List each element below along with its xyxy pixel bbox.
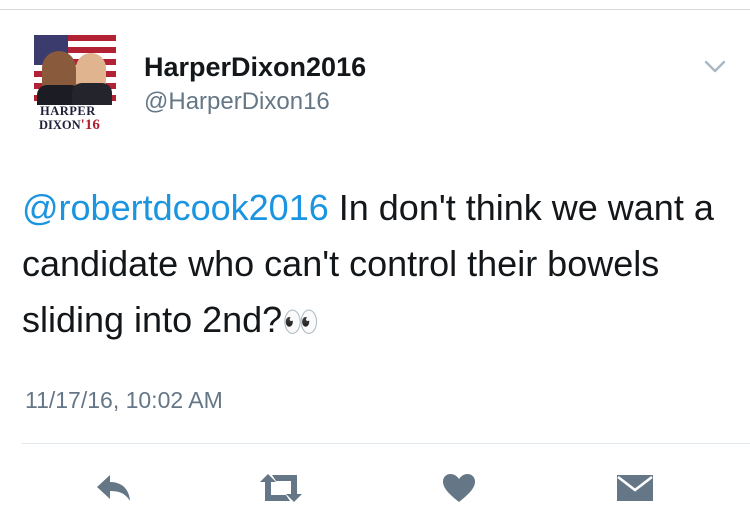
like-button[interactable] (436, 468, 482, 508)
direct-message-button[interactable] (612, 468, 658, 508)
avatar-logo-year: '16 (80, 117, 100, 133)
retweet-button[interactable] (258, 468, 304, 508)
tweet-timestamp[interactable]: 11/17/16, 10:02 AM (25, 387, 223, 414)
tweet-text: @robertdcook2016 In don't think we want … (22, 180, 737, 351)
chevron-down-icon[interactable] (703, 58, 727, 76)
actions-divider (22, 443, 750, 444)
avatar-logo-name: DIXON (39, 118, 81, 132)
heart-icon (443, 474, 475, 502)
eyes-emoji: 👀 (282, 306, 320, 339)
top-divider (0, 0, 750, 10)
reply-button[interactable] (90, 468, 136, 508)
retweet-icon (260, 474, 302, 502)
candidate-suit-right (72, 83, 112, 105)
avatar-logo-line2: DIXON'16 (39, 117, 100, 133)
mention-link[interactable]: @robertdcook2016 (22, 187, 329, 228)
avatar[interactable]: HARPER DIXON'16 (34, 35, 116, 133)
user-handle[interactable]: @HarperDixon16 (144, 88, 330, 116)
display-name[interactable]: HarperDixon2016 (144, 52, 366, 83)
reply-icon (97, 475, 130, 501)
envelope-icon (617, 475, 653, 501)
